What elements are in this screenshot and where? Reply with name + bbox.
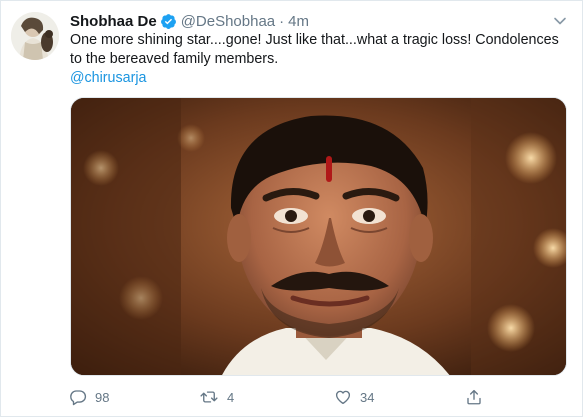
mention-link[interactable]: @chirusarja: [70, 70, 147, 86]
author-avatar[interactable]: [11, 12, 59, 60]
portrait-photo: [71, 98, 566, 375]
reply-count: 98: [95, 389, 110, 405]
tweet-body: One more shining star....gone! Just like…: [70, 31, 570, 88]
tweet-actions: 98 4 34: [61, 385, 501, 409]
tweet-timestamp[interactable]: 4m: [288, 13, 309, 30]
reply-icon: [70, 390, 87, 406]
share-button[interactable]: [465, 385, 483, 409]
chevron-down-icon[interactable]: [552, 13, 568, 29]
author-handle[interactable]: @DeShobhaa: [181, 13, 275, 30]
like-count: 34: [360, 389, 375, 405]
tweet-header: Shobhaa De @DeShobhaa · 4m: [70, 11, 542, 31]
verified-badge-icon: [160, 13, 177, 30]
tweet-text: One more shining star....gone! Just like…: [70, 32, 559, 67]
heart-icon: [335, 390, 351, 405]
like-button[interactable]: 34: [334, 385, 374, 409]
tweet-media-image[interactable]: [70, 97, 567, 376]
retweet-icon: [200, 391, 218, 403]
retweet-button[interactable]: 4: [199, 385, 234, 409]
tweet-card[interactable]: Shobhaa De @DeShobhaa · 4m One more shin…: [0, 0, 583, 417]
share-icon: [467, 389, 481, 405]
separator-dot: ·: [279, 12, 285, 30]
author-name[interactable]: Shobhaa De: [70, 13, 157, 30]
avatar-photo: [11, 12, 59, 60]
reply-button[interactable]: 98: [69, 385, 109, 409]
retweet-count: 4: [227, 389, 235, 405]
